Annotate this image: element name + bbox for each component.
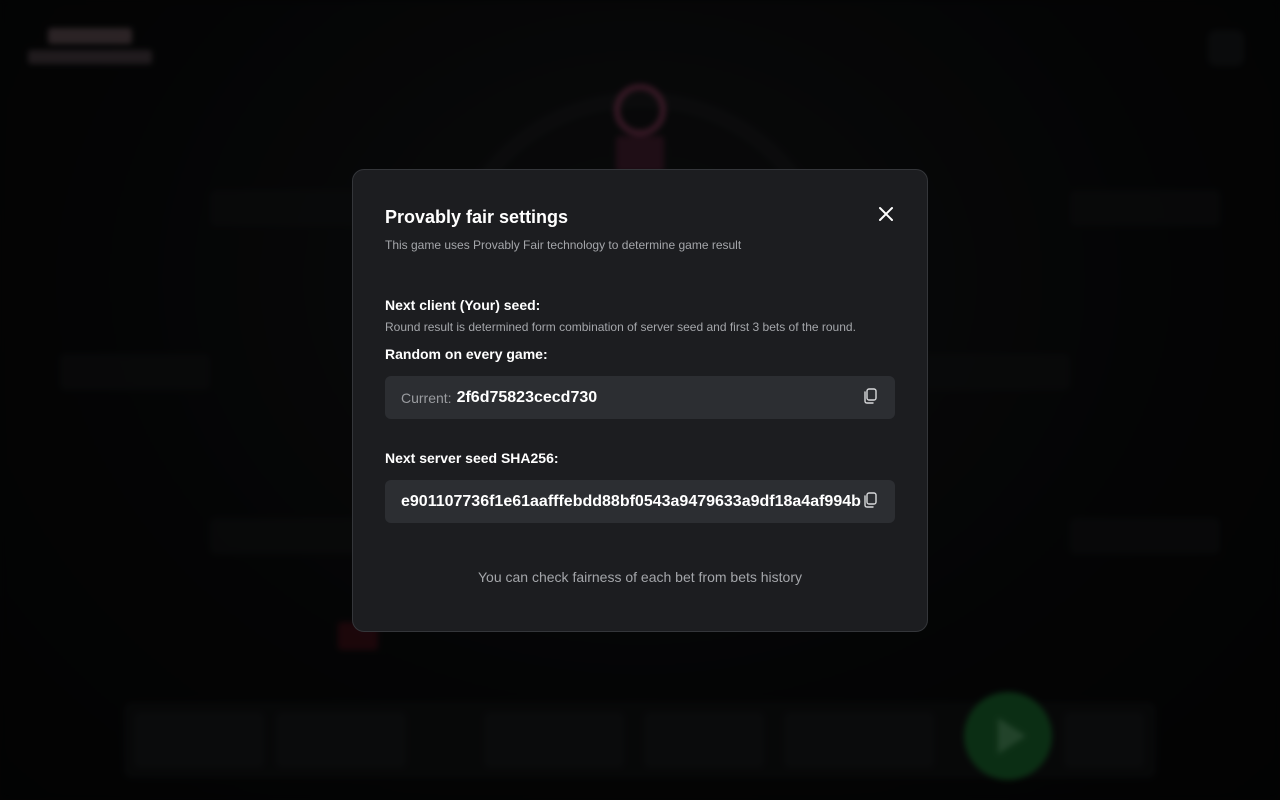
client-seed-label: Next client (Your) seed:: [385, 297, 541, 313]
fairness-footer-note: You can check fairness of each bet from …: [478, 569, 802, 585]
client-seed-prefix: Current:: [401, 389, 452, 406]
modal-title: Provably fair settings: [385, 207, 569, 227]
copy-icon[interactable]: [861, 387, 879, 405]
close-button[interactable]: [875, 203, 897, 225]
server-seed-value: e901107736f1e61aafffebdd88bf0543a9479633…: [401, 492, 861, 510]
close-icon: [875, 203, 897, 225]
client-seed-mode-label: Random on every game:: [385, 346, 548, 362]
modal-subtitle: This game uses Provably Fair technology …: [385, 238, 742, 252]
copy-icon[interactable]: [861, 491, 879, 509]
provably-fair-modal: Provably fair settings This game uses Pr…: [352, 169, 928, 632]
server-seed-field[interactable]: e901107736f1e61aafffebdd88bf0543a9479633…: [385, 480, 895, 523]
client-seed-field[interactable]: Current: 2f6d75823cecd730: [385, 376, 895, 419]
client-seed-description: Round result is determined form combinat…: [385, 320, 856, 334]
server-seed-label: Next server seed SHA256:: [385, 450, 559, 466]
client-seed-value: 2f6d75823cecd730: [456, 388, 598, 406]
